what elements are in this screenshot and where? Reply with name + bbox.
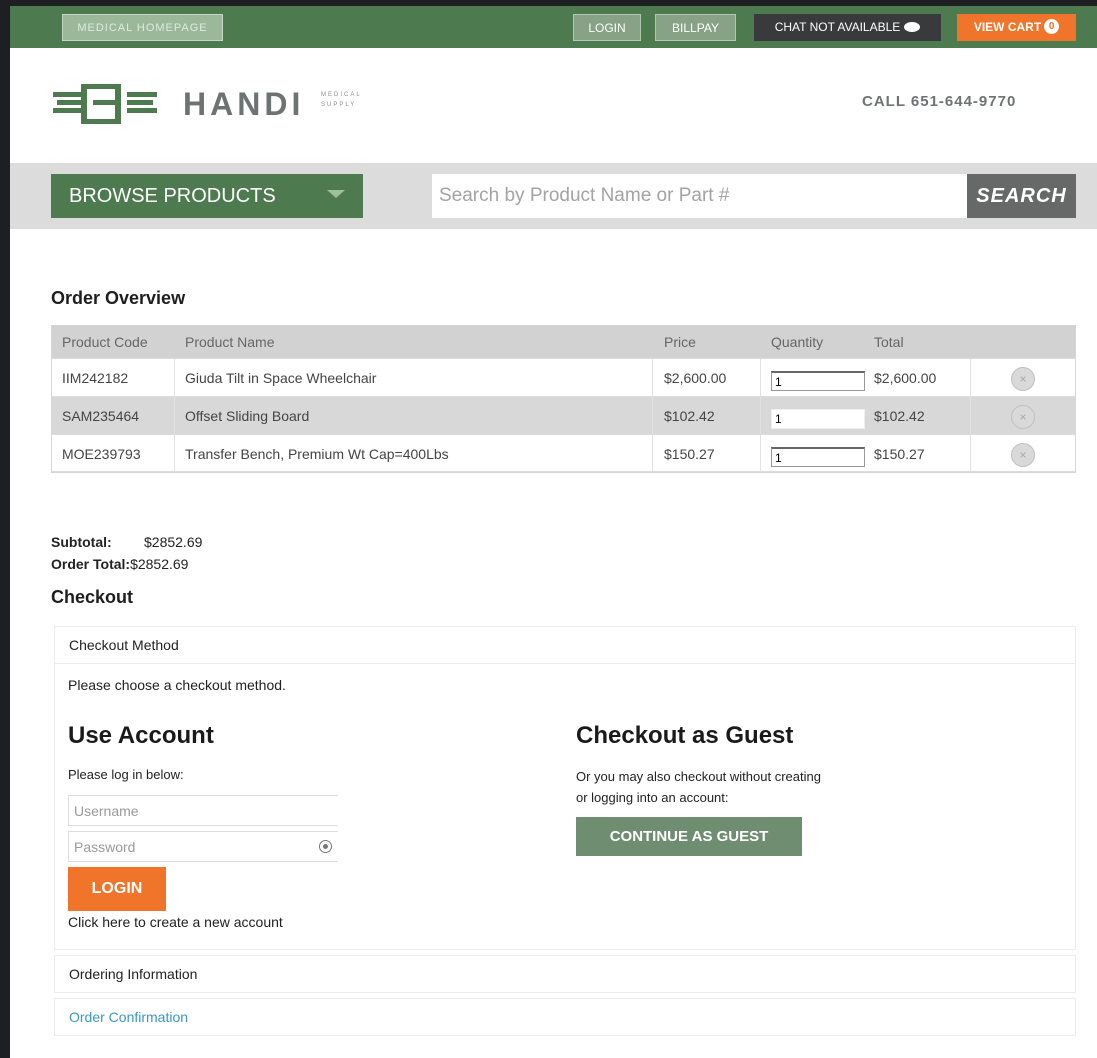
ordering-information-panel[interactable]: Ordering Information — [54, 955, 1076, 993]
brand-subtitle: MEDICAL SUPPLY — [321, 92, 362, 108]
product-code: IIM242182 — [62, 370, 129, 386]
divider — [760, 359, 761, 396]
col-product-name: Product Name — [185, 334, 275, 350]
phone-number[interactable]: CALL 651-644-9770 — [862, 93, 1016, 110]
col-quantity: Quantity — [771, 334, 824, 350]
order-total-value: $2852.69 — [130, 556, 189, 572]
product-price: $102.42 — [664, 408, 715, 424]
order-total-line: Order Total:$2852.69 — [51, 553, 188, 575]
divider — [760, 435, 761, 471]
product-total: $2,600.00 — [874, 370, 937, 386]
divider — [970, 359, 971, 396]
subtotal-value: $2852.69 — [144, 534, 203, 550]
divider — [174, 397, 175, 434]
product-name: Offset Sliding Board — [185, 408, 310, 424]
page: MEDICAL HOMEPAGE LOGIN BILLPAY CHAT NOT … — [10, 6, 1097, 1058]
remove-item-icon[interactable] — [1011, 443, 1035, 467]
chat-label: CHAT NOT AVAILABLE — [774, 20, 901, 34]
divider — [652, 359, 653, 396]
checkout-title: Checkout — [51, 587, 134, 607]
order-table: Product Code Product Name Price Quantity… — [51, 325, 1076, 473]
choose-method-text: Please choose a checkout method. — [68, 677, 286, 693]
username-field[interactable] — [68, 795, 338, 826]
divider — [970, 435, 971, 471]
quantity-input[interactable] — [771, 409, 865, 429]
quantity-input[interactable] — [771, 371, 865, 391]
order-totals: Subtotal: $2852.69 Order Total:$2852.69 — [51, 531, 202, 575]
order-overview-title: Order Overview — [51, 288, 186, 308]
divider — [652, 435, 653, 471]
col-total: Total — [874, 334, 904, 350]
login-note: Please log in below: — [68, 767, 184, 782]
billpay-button[interactable]: BILLPAY — [655, 14, 736, 41]
divider — [652, 397, 653, 434]
divider — [970, 397, 971, 434]
checkout-method-panel[interactable]: Checkout Method — [54, 626, 1076, 664]
col-product-code: Product Code — [62, 334, 148, 350]
product-total: $150.27 — [874, 446, 925, 462]
table-row: IIM242182 Giuda Tilt in Space Wheelchair… — [52, 358, 1075, 396]
divider — [174, 359, 175, 396]
order-total-label: Order Total: — [51, 556, 131, 572]
product-name: Transfer Bench, Premium Wt Cap=400Lbs — [185, 446, 449, 462]
create-account-link[interactable]: Click here to create a new account — [68, 914, 283, 930]
order-confirmation-panel[interactable]: Order Confirmation — [54, 998, 1076, 1036]
continue-as-guest-button[interactable]: CONTINUE AS GUEST — [576, 817, 802, 856]
search-button[interactable]: SEARCH — [967, 174, 1076, 218]
use-account-title: Use Account — [68, 722, 214, 749]
product-price: $2,600.00 — [664, 370, 727, 386]
col-price: Price — [664, 334, 696, 350]
chat-bubble-icon — [904, 21, 921, 32]
remove-item-icon[interactable] — [1011, 367, 1035, 391]
guest-checkout-title: Checkout as Guest — [576, 722, 794, 749]
divider — [174, 435, 175, 471]
password-field[interactable] — [68, 831, 338, 862]
product-total: $102.42 — [874, 408, 925, 424]
dropdown-arrow-icon — [327, 190, 345, 198]
login-top-button[interactable]: LOGIN — [573, 14, 641, 41]
brand-name: HANDI — [183, 86, 305, 122]
table-row: SAM235464 Offset Sliding Board $102.42 $… — [52, 396, 1075, 434]
subtotal-label: Subtotal: — [51, 534, 112, 550]
cart-label: VIEW CART — [973, 20, 1042, 34]
checkout-method-title: Checkout Method — [69, 637, 179, 653]
cart-count-badge: 0 — [1044, 19, 1060, 35]
view-cart-button[interactable]: VIEW CART 0 — [957, 14, 1076, 41]
medical-homepage-button[interactable]: MEDICAL HOMEPAGE — [62, 14, 223, 41]
order-confirmation-link[interactable]: Order Confirmation — [69, 1009, 188, 1025]
table-header: Product Code Product Name Price Quantity… — [52, 326, 1075, 358]
nav-band: BROWSE PRODUCTS SEARCH — [10, 163, 1097, 229]
product-code: MOE239793 — [62, 446, 141, 462]
password-reveal-icon[interactable] — [319, 840, 332, 853]
product-code: SAM235464 — [62, 408, 140, 424]
product-name: Giuda Tilt in Space Wheelchair — [185, 370, 377, 386]
login-button[interactable]: LOGIN — [68, 867, 166, 911]
search-input[interactable] — [432, 174, 967, 218]
subtotal-line: Subtotal: $2852.69 — [51, 531, 202, 553]
divider — [760, 397, 761, 434]
browse-label: BROWSE PRODUCTS — [69, 185, 276, 207]
ordering-information-title: Ordering Information — [69, 966, 198, 982]
chat-button[interactable]: CHAT NOT AVAILABLE — [754, 14, 941, 41]
guest-note: Or you may also checkout without creatin… — [576, 769, 821, 805]
remove-item-icon[interactable] — [1011, 405, 1035, 429]
product-price: $150.27 — [664, 446, 715, 462]
browse-products-button[interactable]: BROWSE PRODUCTS — [51, 174, 363, 218]
top-bar: MEDICAL HOMEPAGE LOGIN BILLPAY CHAT NOT … — [10, 6, 1097, 48]
quantity-input[interactable] — [771, 447, 865, 467]
logo-mark-icon — [53, 84, 157, 124]
table-row: MOE239793 Transfer Bench, Premium Wt Cap… — [52, 434, 1075, 472]
